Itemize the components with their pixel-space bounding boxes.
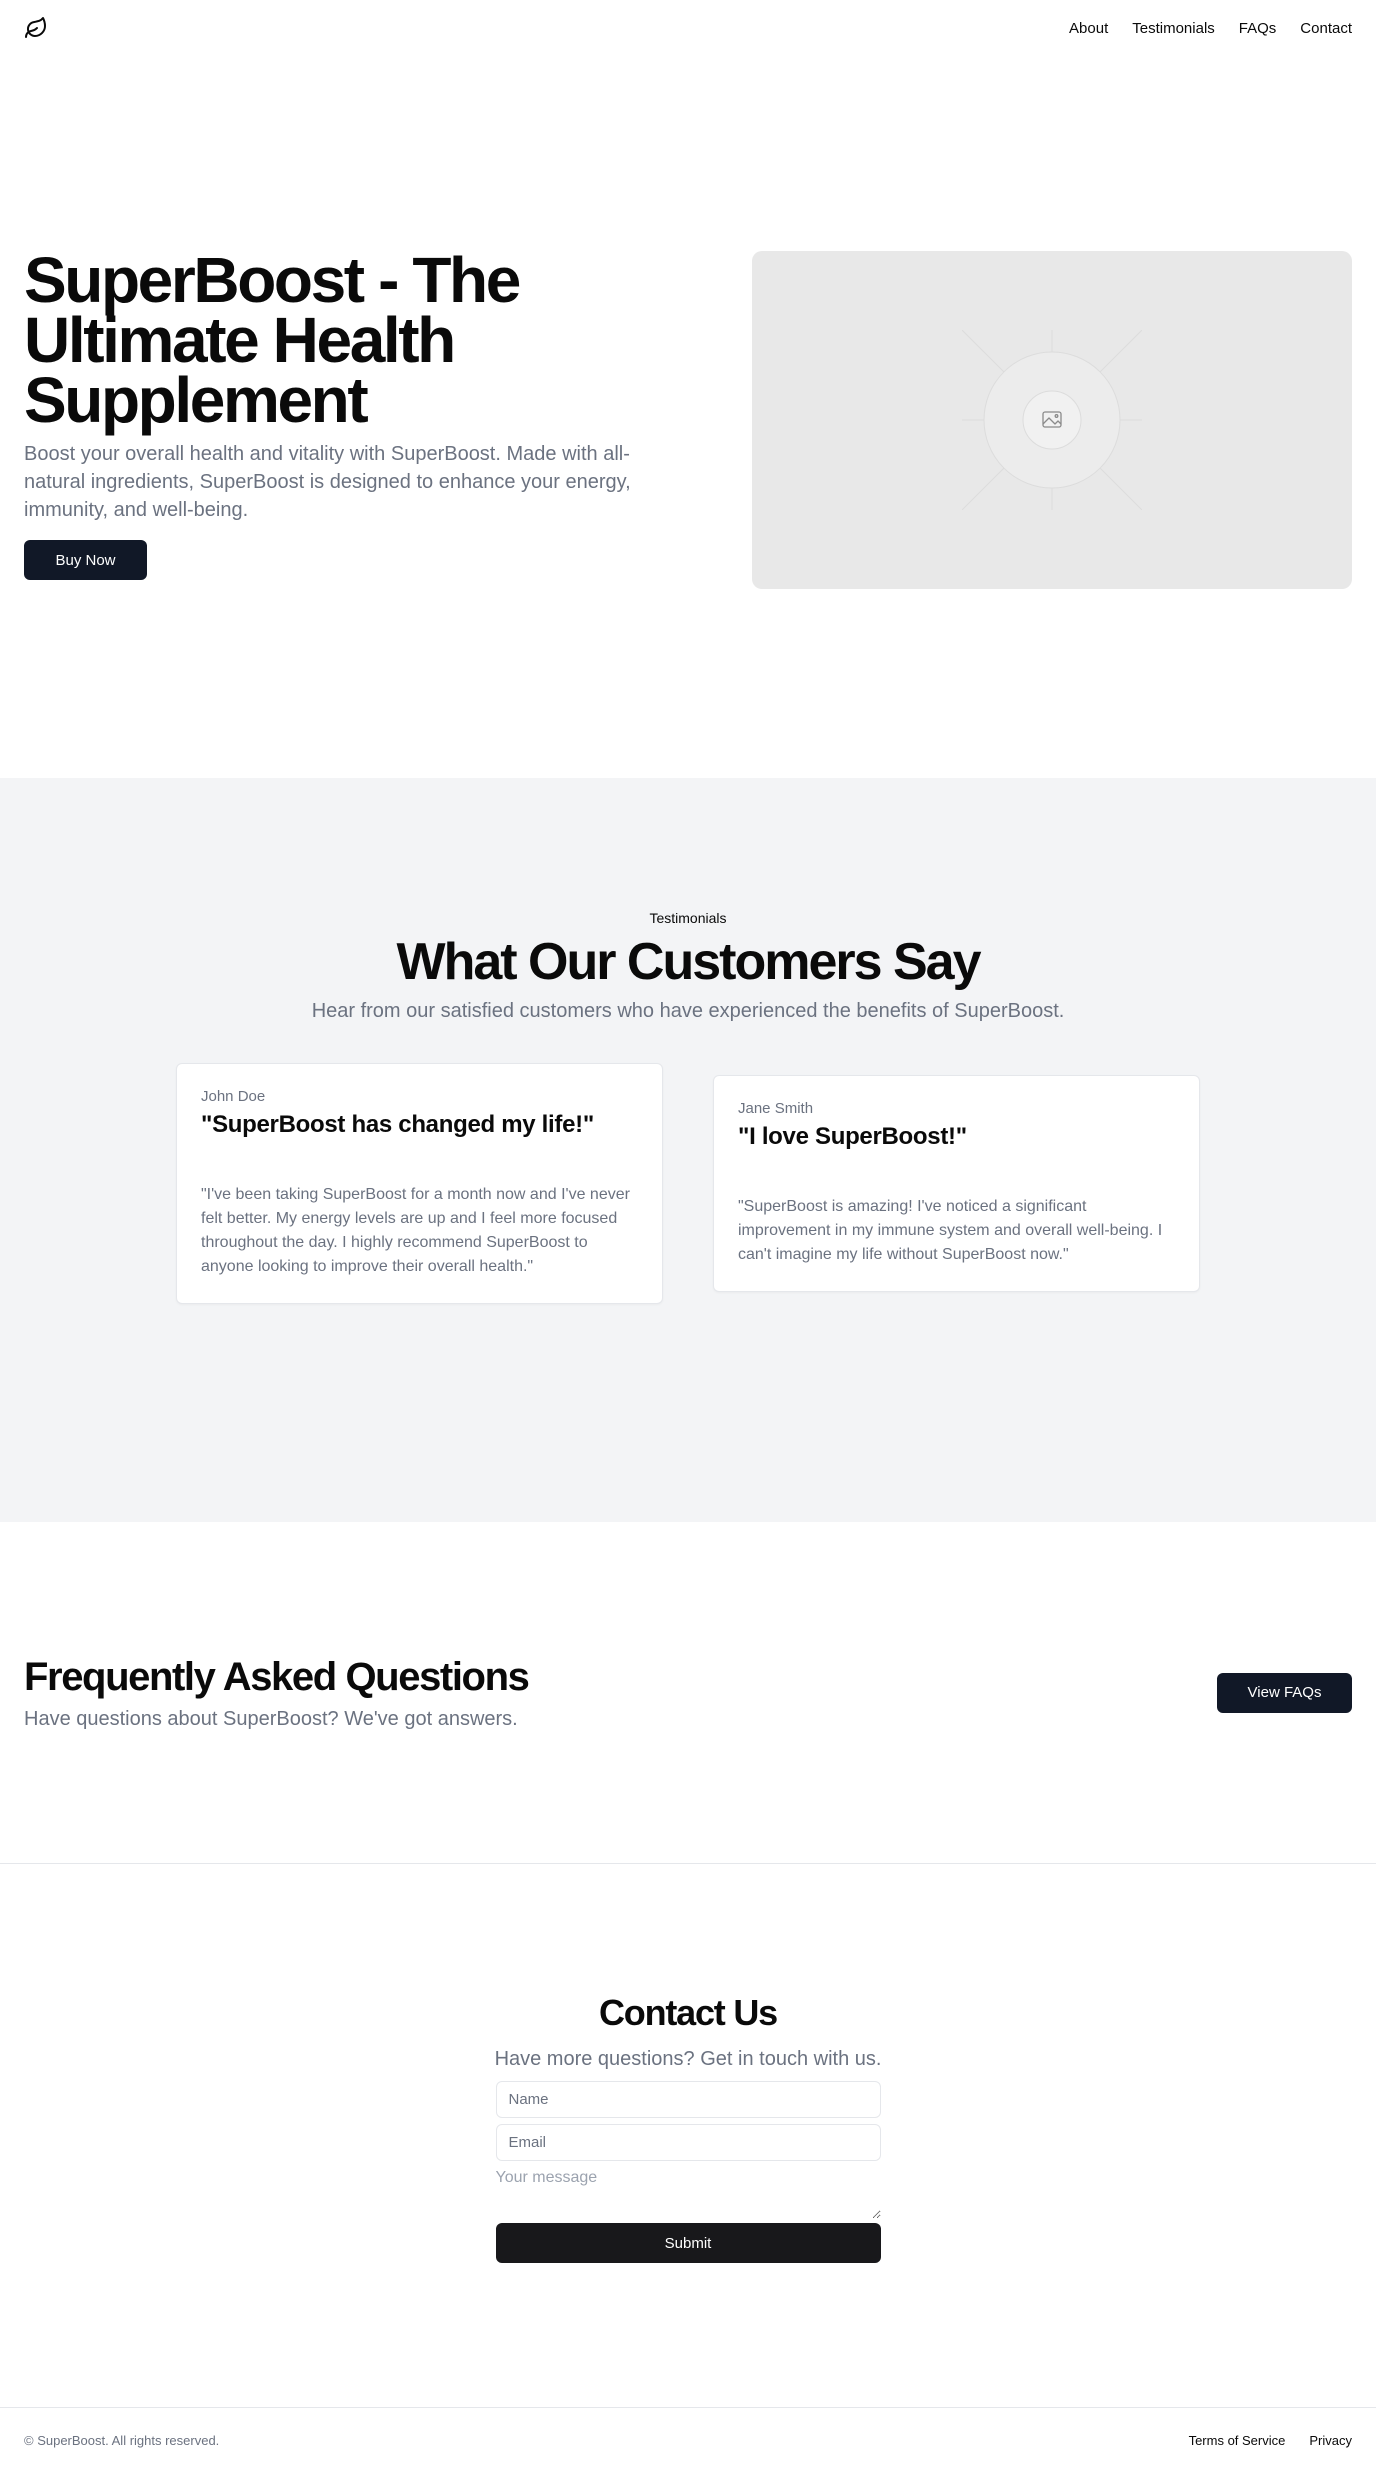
testimonial-author: Jane Smith: [738, 1100, 814, 1117]
testimonial-headline: "SuperBoost has changed my life!": [201, 1111, 594, 1138]
faq-title: Frequently Asked Questions: [24, 1654, 530, 1699]
footer-link-privacy[interactable]: Privacy: [1309, 2433, 1352, 2448]
buy-now-button[interactable]: Buy Now: [24, 540, 147, 580]
site-header: About Testimonials FAQs Contact: [0, 0, 1376, 56]
testimonials-section: Testimonials What Our Customers Say Hear…: [0, 778, 1376, 1522]
testimonial-quote: "SuperBoost is amazing! I've noticed a s…: [738, 1198, 1163, 1263]
name-field[interactable]: [495, 2081, 881, 2118]
testimonial-card: Jane Smith "I love SuperBoost!" "SuperBo…: [713, 1075, 1200, 1292]
testimonial-card: John Doe "SuperBoost has changed my life…: [176, 1063, 663, 1304]
nav-link-about[interactable]: About: [1069, 20, 1108, 37]
faq-section: Frequently Asked Questions Have question…: [0, 1522, 1376, 1864]
contact-title: Contact Us: [598, 1992, 778, 2033]
testimonials-eyebrow: Testimonials: [649, 910, 727, 926]
message-field[interactable]: [495, 2167, 881, 2219]
nav-link-contact[interactable]: Contact: [1300, 20, 1352, 37]
testimonials-title: What Our Customers Say: [396, 933, 981, 991]
hero-description: Boost your overall health and vitality w…: [24, 443, 631, 521]
nav-link-testimonials[interactable]: Testimonials: [1132, 20, 1215, 37]
hero-text: SuperBoost - The Ultimate Health Supplem…: [24, 244, 664, 580]
hero-section: SuperBoost - The Ultimate Health Supplem…: [0, 56, 1376, 778]
email-field[interactable]: [495, 2124, 881, 2161]
faq-subtitle: Have questions about SuperBoost? We've g…: [24, 1707, 518, 1730]
hero-image: [752, 251, 1352, 589]
leaf-icon[interactable]: [24, 16, 48, 40]
testimonial-cards: John Doe "SuperBoost has changed my life…: [0, 1063, 1376, 1304]
testimonial-author: John Doe: [201, 1088, 266, 1105]
main-nav: About Testimonials FAQs Contact: [1069, 20, 1352, 37]
copyright-text: © SuperBoost. All rights reserved.: [24, 2433, 220, 2448]
site-footer: © SuperBoost. All rights reserved. Terms…: [0, 2407, 1376, 2473]
testimonials-subtitle: Hear from our satisfied customers who ha…: [311, 1000, 1065, 1022]
contact-subtitle: Have more questions? Get in touch with u…: [494, 2048, 882, 2070]
submit-button[interactable]: Submit: [495, 2223, 881, 2263]
footer-link-terms[interactable]: Terms of Service: [1189, 2433, 1286, 2448]
image-placeholder-icon: [962, 330, 1142, 510]
contact-section: Contact Us Have more questions? Get in t…: [0, 1864, 1376, 2407]
hero-title: SuperBoost - The Ultimate Health Supplem…: [24, 244, 521, 436]
faq-text: Frequently Asked Questions Have question…: [24, 1654, 530, 1731]
footer-links: Terms of Service Privacy: [1189, 2433, 1352, 2448]
view-faqs-button[interactable]: View FAQs: [1217, 1672, 1352, 1713]
testimonial-headline: "I love SuperBoost!": [738, 1123, 967, 1150]
nav-link-faqs[interactable]: FAQs: [1239, 20, 1277, 37]
contact-form: Submit: [495, 2081, 881, 2263]
testimonial-quote: "I've been taking SuperBoost for a month…: [201, 1186, 630, 1275]
